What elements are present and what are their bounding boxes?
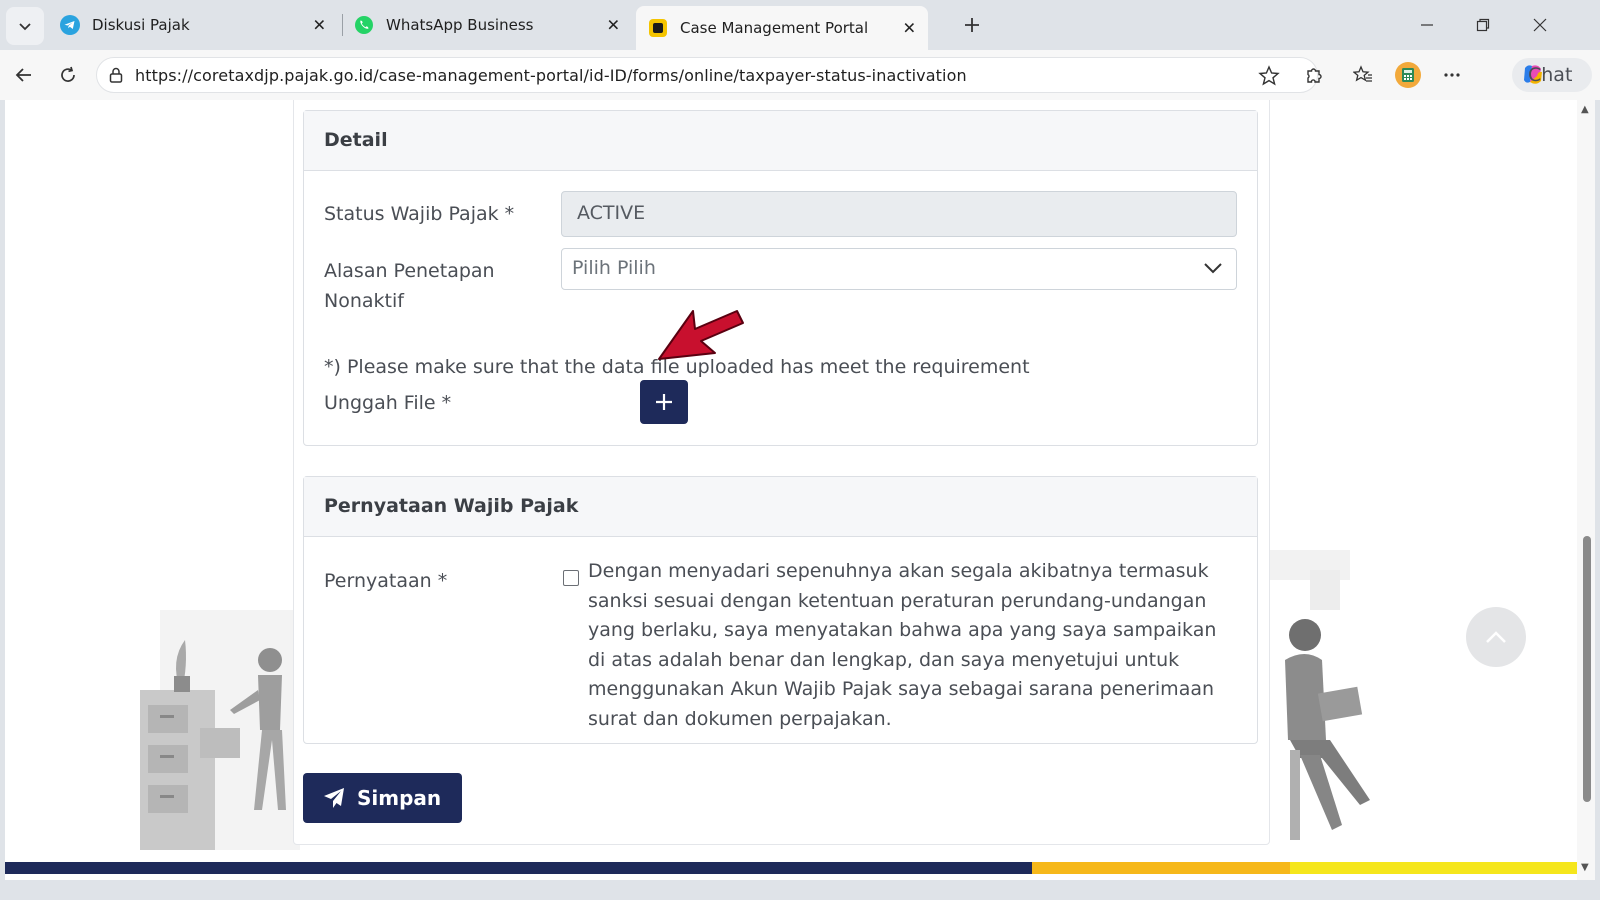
scroll-up-icon[interactable]: ▲ (1581, 104, 1589, 115)
tab-case-management-portal[interactable]: Case Management Portal ✕ (636, 6, 928, 50)
more-icon (1444, 73, 1460, 77)
whatsapp-icon (355, 16, 373, 34)
statement-text: Dengan menyadari sepenuhnya akan segala … (588, 560, 1217, 730)
send-icon (324, 788, 344, 808)
browser-toolbar: https://coretaxdjp.pajak.go.id/case-mana… (0, 50, 1600, 100)
footer-band-yellow (1290, 862, 1577, 874)
more-menu-button[interactable] (1435, 58, 1469, 92)
status-input[interactable]: ACTIVE (561, 191, 1237, 237)
tab-diskusi-pajak[interactable]: Diskusi Pajak ✕ (48, 6, 338, 44)
status-label: Status Wajib Pajak * (324, 203, 515, 225)
puzzle-icon (1307, 68, 1322, 83)
footer-band-orange (1032, 862, 1290, 874)
save-button[interactable]: Simpan (303, 773, 462, 823)
address-bar[interactable]: https://coretaxdjp.pajak.go.id/case-mana… (96, 57, 1318, 93)
portal-icon (649, 19, 667, 37)
page-viewport: Detail Status Wajib Pajak * ACTIVE Alasa… (5, 100, 1577, 880)
save-label: Simpan (357, 786, 442, 810)
back-to-top-button[interactable] (1466, 607, 1526, 667)
chevron-down-icon (19, 23, 31, 31)
url-text: https://coretaxdjp.pajak.go.id/case-mana… (135, 66, 967, 85)
refresh-button[interactable] (51, 58, 85, 92)
detail-section: Detail Status Wajib Pajak * ACTIVE Alasa… (303, 110, 1258, 446)
lock-icon (109, 67, 123, 83)
footer-color-band (5, 862, 1577, 874)
tab-list-button[interactable] (6, 7, 44, 45)
statement-checkbox[interactable] (563, 570, 579, 586)
office-illustration-left (140, 610, 300, 850)
back-arrow-icon (15, 68, 31, 82)
chevron-up-icon (1486, 631, 1506, 643)
restore-icon (1476, 18, 1490, 32)
add-file-button[interactable] (640, 380, 688, 424)
footer-band-navy (5, 862, 1032, 874)
chat-label: Chat (1528, 64, 1573, 86)
chevron-down-icon (1204, 263, 1222, 274)
detail-heading: Detail (304, 111, 1257, 171)
reason-label-line2: Nonaktif (324, 290, 404, 312)
minimize-button[interactable] (1407, 8, 1447, 42)
restore-button[interactable] (1463, 8, 1503, 42)
close-icon (1533, 18, 1547, 32)
statement-label: Pernyataan * (324, 570, 448, 592)
new-tab-button[interactable] (957, 10, 987, 40)
favorites-button[interactable] (1346, 58, 1380, 92)
scroll-thumb[interactable] (1583, 536, 1591, 802)
tab-title: WhatsApp Business (386, 16, 534, 34)
back-button[interactable] (7, 58, 41, 92)
close-icon[interactable]: ✕ (607, 16, 620, 35)
tab-title: Diskusi Pajak (92, 16, 190, 34)
close-window-button[interactable] (1520, 8, 1560, 42)
statement-section: Pernyataan Wajib Pajak Pernyataan * Deng… (303, 476, 1258, 744)
refresh-icon (61, 66, 75, 82)
calculator-icon (1395, 62, 1421, 88)
tab-whatsapp-business[interactable]: WhatsApp Business ✕ (342, 6, 632, 44)
upload-label: Unggah File * (324, 392, 452, 414)
tab-title: Case Management Portal (680, 19, 869, 37)
reason-select-value: Pilih Pilih (572, 257, 656, 279)
statement-heading: Pernyataan Wajib Pajak (304, 477, 1257, 537)
telegram-icon (60, 15, 80, 35)
minimize-icon (1421, 24, 1433, 26)
plus-icon (965, 18, 979, 32)
copilot-chat-button[interactable]: Chat (1512, 58, 1592, 92)
annotation-arrow-icon (658, 310, 744, 360)
reason-select[interactable]: Pilih Pilih (561, 248, 1237, 290)
extensions-button[interactable] (1297, 58, 1331, 92)
window-bottom-strip (0, 880, 1600, 900)
person-with-laptop-illustration (1260, 550, 1370, 840)
star-icon[interactable] (1258, 65, 1280, 87)
close-icon[interactable]: ✕ (313, 16, 326, 35)
favorites-icon (1353, 65, 1372, 82)
close-icon[interactable]: ✕ (903, 19, 916, 38)
scroll-down-icon[interactable]: ▼ (1581, 862, 1589, 873)
browser-tab-bar: Diskusi Pajak ✕ WhatsApp Business ✕ Case… (0, 0, 1600, 50)
plus-icon (656, 394, 672, 410)
calculator-extension-button[interactable] (1391, 58, 1425, 92)
reason-label-line1: Alasan Penetapan (324, 260, 495, 282)
page-scrollbar[interactable]: ▲ ▼ (1577, 100, 1595, 880)
